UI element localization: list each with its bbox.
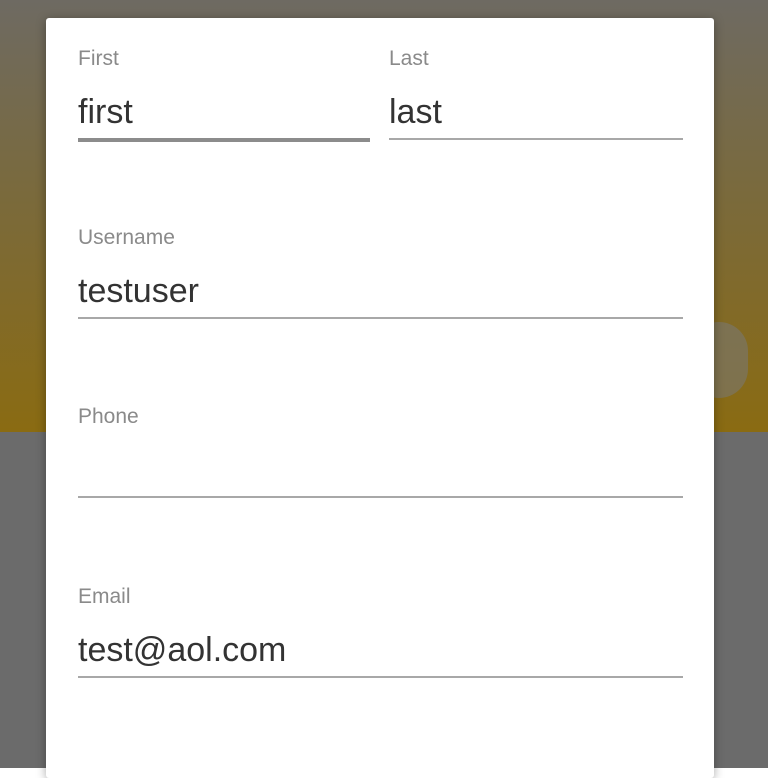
last-name-field: Last: [389, 46, 683, 140]
phone-underline: [78, 496, 683, 498]
first-name-underline: [78, 138, 370, 142]
last-name-underline: [389, 138, 683, 140]
email-underline: [78, 676, 683, 678]
phone-field: Phone: [78, 404, 683, 498]
last-name-input[interactable]: [389, 90, 683, 134]
username-field: Username: [78, 225, 683, 319]
last-name-label: Last: [389, 47, 429, 70]
first-name-label: First: [78, 47, 119, 70]
email-label: Email: [78, 585, 131, 608]
edit-profile-dialog: First Last Username Phone Email: [46, 18, 714, 778]
first-name-input[interactable]: [78, 90, 370, 134]
username-input[interactable]: [78, 269, 683, 313]
username-label: Username: [78, 226, 175, 249]
email-input[interactable]: [78, 628, 683, 672]
email-field: Email: [78, 584, 683, 678]
phone-input[interactable]: [78, 448, 683, 492]
first-name-field: First: [78, 46, 370, 142]
phone-label: Phone: [78, 405, 139, 428]
username-underline: [78, 317, 683, 319]
